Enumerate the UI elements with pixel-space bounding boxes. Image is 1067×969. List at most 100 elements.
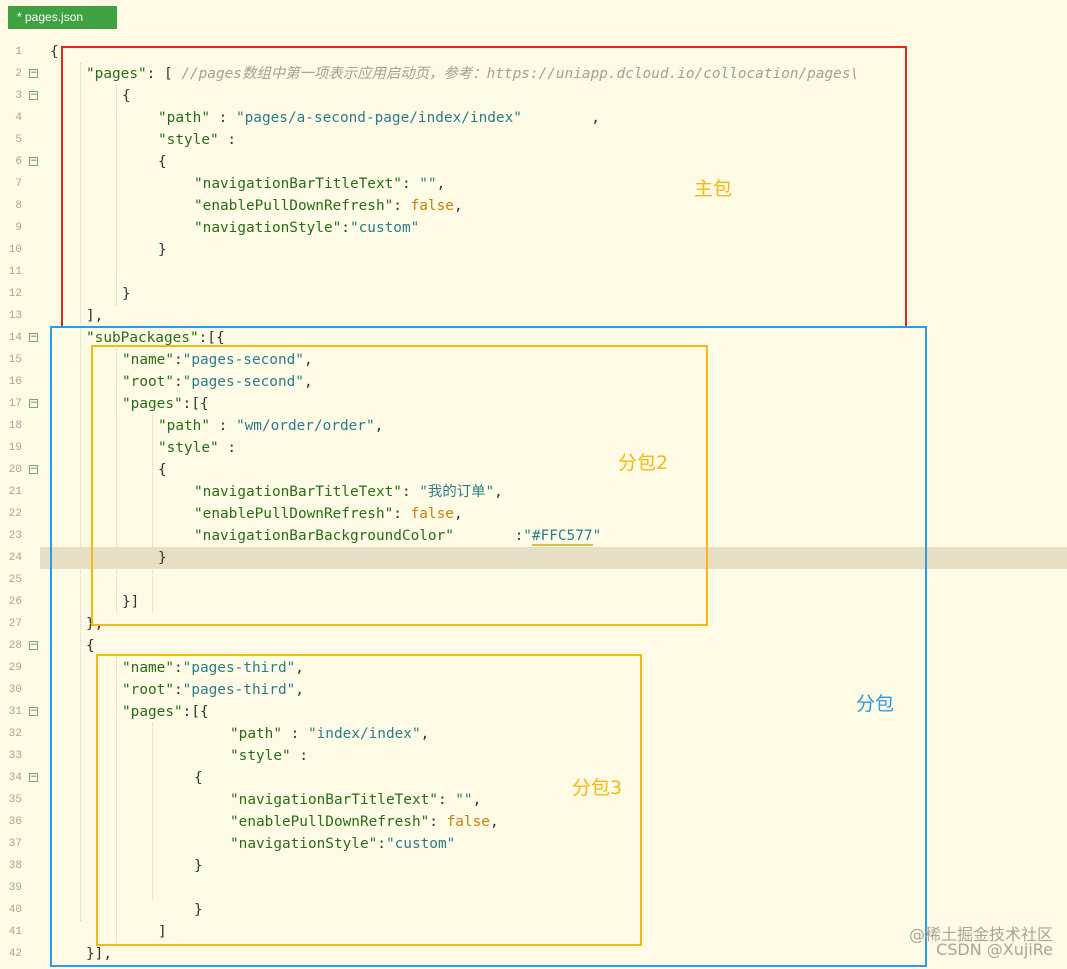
code-text[interactable]: "path" : "wm/order/order", xyxy=(158,415,383,437)
code-line[interactable]: 31− "pages":[{ xyxy=(0,701,1067,723)
code-text[interactable]: "navigationBarTitleText": "我的订单", xyxy=(194,481,503,503)
code-line[interactable]: 39 xyxy=(0,877,1067,899)
code-line[interactable]: 21 "navigationBarTitleText": "我的订单", xyxy=(0,481,1067,503)
code-token: " xyxy=(592,528,602,544)
code-line[interactable]: 23 "navigationBarBackgroundColor" :"#FFC5… xyxy=(0,525,1067,547)
code-line[interactable]: 6− { xyxy=(0,151,1067,173)
fold-toggle-icon[interactable]: − xyxy=(29,69,38,78)
code-token: "pages-third" xyxy=(182,660,296,676)
code-line[interactable]: 30 "root":"pages-third", xyxy=(0,679,1067,701)
code-token: { xyxy=(158,462,167,478)
code-line[interactable]: 26}] xyxy=(0,591,1067,613)
code-line[interactable]: 35 "navigationBarTitleText": "", xyxy=(0,789,1067,811)
line-number: 29 xyxy=(8,662,22,674)
code-text[interactable]: "navigationStyle":"custom" xyxy=(230,833,455,855)
code-text[interactable]: "style" : xyxy=(158,437,236,459)
code-token: "navigationStyle" xyxy=(230,836,378,852)
code-line[interactable]: 29 "name":"pages-third", xyxy=(0,657,1067,679)
code-line[interactable]: 12} xyxy=(0,283,1067,305)
fold-toggle-icon[interactable]: − xyxy=(29,91,38,100)
fold-toggle-icon[interactable]: − xyxy=(29,157,38,166)
code-text[interactable]: "root":"pages-second", xyxy=(122,371,313,393)
code-text[interactable]: "pages":[{ xyxy=(122,701,209,723)
code-text[interactable]: "subPackages":[{ xyxy=(86,327,225,349)
code-text[interactable]: }, xyxy=(86,613,103,635)
code-line[interactable]: 28− { xyxy=(0,635,1067,657)
code-line[interactable]: 8 "enablePullDownRefresh": false, xyxy=(0,195,1067,217)
fold-toggle-icon[interactable]: − xyxy=(29,773,38,782)
line-number: 33 xyxy=(8,750,22,762)
code-line[interactable]: 9 "navigationStyle":"custom" xyxy=(0,217,1067,239)
code-text[interactable]: "style" : xyxy=(230,745,308,767)
code-line[interactable]: 40} xyxy=(0,899,1067,921)
fold-toggle-icon[interactable]: − xyxy=(29,465,38,474)
code-text[interactable]: "path" : "index/index", xyxy=(230,723,429,745)
code-line[interactable]: 20− { xyxy=(0,459,1067,481)
code-line[interactable]: 14− "subPackages":[{ xyxy=(0,327,1067,349)
code-line[interactable]: 25 xyxy=(0,569,1067,591)
fold-toggle-icon[interactable]: − xyxy=(29,641,38,650)
code-text[interactable]: "enablePullDownRefresh": false, xyxy=(194,503,463,525)
code-token: : xyxy=(401,176,420,192)
code-line[interactable]: 32 "path" : "index/index", xyxy=(0,723,1067,745)
code-text[interactable]: } xyxy=(194,899,203,921)
code-text[interactable]: "navigationBarTitleText": "", xyxy=(230,789,481,811)
code-text[interactable]: ], xyxy=(86,305,103,327)
code-line[interactable]: 7 "navigationBarTitleText": "", xyxy=(0,173,1067,195)
code-text[interactable]: } xyxy=(158,239,167,261)
code-line[interactable]: 5 "style" : xyxy=(0,129,1067,151)
code-text[interactable]: { xyxy=(158,459,167,481)
code-text[interactable]: } xyxy=(158,547,167,569)
code-line[interactable]: 38} xyxy=(0,855,1067,877)
code-line[interactable]: 33 "style" : xyxy=(0,745,1067,767)
code-text[interactable]: "name":"pages-second", xyxy=(122,349,313,371)
code-line[interactable]: 2− "pages": [ //pages数组中第一项表示应用启动页，参考：htt… xyxy=(0,63,1067,85)
code-line[interactable]: 34− { xyxy=(0,767,1067,789)
code-line[interactable]: 15 "name":"pages-second", xyxy=(0,349,1067,371)
code-line[interactable]: 19 "style" : xyxy=(0,437,1067,459)
code-line[interactable]: 18 "path" : "wm/order/order", xyxy=(0,415,1067,437)
code-text[interactable]: "enablePullDownRefresh": false, xyxy=(230,811,499,833)
code-editor[interactable]: 1{2− "pages": [ //pages数组中第一项表示应用启动页，参考：h… xyxy=(0,41,1067,966)
code-line[interactable]: 10} xyxy=(0,239,1067,261)
code-line[interactable]: 37 "navigationStyle":"custom" xyxy=(0,833,1067,855)
code-text[interactable]: }], xyxy=(86,943,112,965)
code-text[interactable]: { xyxy=(50,41,59,63)
code-text[interactable]: "navigationBarTitleText": "", xyxy=(194,173,445,195)
code-text[interactable]: { xyxy=(122,85,131,107)
fold-toggle-icon[interactable]: − xyxy=(29,707,38,716)
code-text[interactable]: }] xyxy=(122,591,139,613)
code-text[interactable]: } xyxy=(122,283,131,305)
code-line[interactable]: 41] xyxy=(0,921,1067,943)
code-text[interactable]: } xyxy=(194,855,203,877)
code-line[interactable]: 17− "pages":[{ xyxy=(0,393,1067,415)
code-line[interactable]: 3− { xyxy=(0,85,1067,107)
code-text[interactable]: { xyxy=(158,151,167,173)
code-line[interactable]: 16 "root":"pages-second", xyxy=(0,371,1067,393)
code-line[interactable]: 4 "path" : "pages/a-second-page/index/ind… xyxy=(0,107,1067,129)
code-line[interactable]: 22 "enablePullDownRefresh": false, xyxy=(0,503,1067,525)
code-text[interactable]: "root":"pages-third", xyxy=(122,679,304,701)
code-line[interactable]: 42}], xyxy=(0,943,1067,965)
file-tab[interactable]: * pages.json xyxy=(8,6,117,29)
code-line[interactable]: 11 xyxy=(0,261,1067,283)
code-line[interactable]: 36 "enablePullDownRefresh": false, xyxy=(0,811,1067,833)
code-line[interactable]: 13], xyxy=(0,305,1067,327)
code-line[interactable]: 27}, xyxy=(0,613,1067,635)
code-text[interactable]: "path" : "pages/a-second-page/index/inde… xyxy=(158,107,600,129)
code-line[interactable]: 1{ xyxy=(0,41,1067,63)
fold-toggle-icon[interactable]: − xyxy=(29,333,38,342)
code-text[interactable]: "pages": [ //pages数组中第一项表示应用启动页，参考：https… xyxy=(86,63,859,85)
code-text[interactable]: { xyxy=(194,767,203,789)
code-text[interactable]: { xyxy=(86,635,95,657)
code-token: "path" xyxy=(230,726,282,742)
code-text[interactable]: ] xyxy=(158,921,167,943)
code-text[interactable]: "style" : xyxy=(158,129,236,151)
code-text[interactable]: "enablePullDownRefresh": false, xyxy=(194,195,463,217)
code-line[interactable]: 24} xyxy=(9,547,1067,569)
code-text[interactable]: "pages":[{ xyxy=(122,393,209,415)
fold-toggle-icon[interactable]: − xyxy=(29,399,38,408)
code-text[interactable]: "navigationStyle":"custom" xyxy=(194,217,419,239)
code-text[interactable]: "name":"pages-third", xyxy=(122,657,304,679)
code-text[interactable]: "navigationBarBackgroundColor" :"#FFC577… xyxy=(194,525,601,547)
